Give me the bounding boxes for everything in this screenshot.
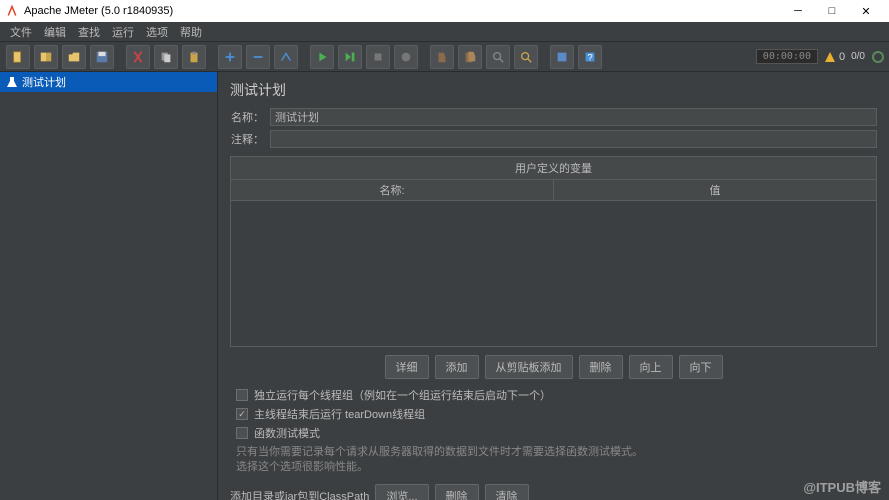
toggle-button[interactable] [274,45,298,69]
functional-mode-checkbox[interactable] [236,427,248,439]
user-vars-body[interactable] [231,201,876,346]
menubar: 文件 编辑 查找 运行 选项 帮助 [0,22,889,42]
comment-label: 注释： [230,131,270,147]
open-button[interactable] [62,45,86,69]
window-title: Apache JMeter (5.0 r1840935) [24,5,781,17]
tree-sidebar: 测试计划 [0,72,218,500]
elapsed-timer: 00:00:00 [756,49,818,64]
tree-root-label: 测试计划 [22,74,66,90]
menu-run[interactable]: 运行 [106,24,140,40]
search-button[interactable] [486,45,510,69]
maximize-button[interactable]: □ [815,0,849,22]
stop-button[interactable] [366,45,390,69]
toolbar: ? 00:00:00 0 0/0 [0,42,889,72]
start-button[interactable] [310,45,334,69]
warning-badge: 0 [824,51,845,63]
minimize-button[interactable]: ─ [781,0,815,22]
name-label: 名称： [230,109,270,125]
user-vars-table: 名称: 值 [230,180,877,347]
independent-threads-checkbox[interactable] [236,389,248,401]
menu-file[interactable]: 文件 [4,24,38,40]
name-input[interactable] [270,108,877,126]
col-value[interactable]: 值 [554,180,876,200]
user-vars-header: 用户定义的变量 [230,156,877,180]
save-button[interactable] [90,45,114,69]
tree-root-test-plan[interactable]: 测试计划 [0,72,217,92]
close-button[interactable]: ✕ [849,0,883,22]
reset-search-button[interactable] [514,45,538,69]
help-button[interactable]: ? [578,45,602,69]
start-no-pause-button[interactable] [338,45,362,69]
browse-button[interactable]: 浏览... [375,484,428,500]
classpath-delete-button[interactable]: 删除 [435,484,479,500]
function-helper-button[interactable] [550,45,574,69]
menu-search[interactable]: 查找 [72,24,106,40]
thread-indicator-icon [871,50,885,64]
flask-icon [6,76,18,88]
menu-edit[interactable]: 编辑 [38,24,72,40]
templates-button[interactable] [34,45,58,69]
cut-button[interactable] [126,45,150,69]
detail-button[interactable]: 详细 [385,355,429,379]
watermark: @ITPUB博客 [803,477,881,496]
svg-text:?: ? [587,52,592,63]
clear-button[interactable] [430,45,454,69]
shutdown-button[interactable] [394,45,418,69]
classpath-label: 添加目录或jar包到ClassPath [230,488,369,500]
app-logo-icon [6,5,18,17]
help-text: 只有当你需要记录每个请求从服务器取得的数据到文件时才需要选择函数测试模式。 选择… [230,445,877,476]
menu-options[interactable]: 选项 [140,24,174,40]
clear-all-button[interactable] [458,45,482,69]
window-titlebar: Apache JMeter (5.0 r1840935) ─ □ ✕ [0,0,889,22]
warning-icon [824,51,836,63]
error-count: 0/0 [851,51,865,62]
main-panel: 测试计划 名称： 注释： 用户定义的变量 名称: 值 详细 添加 从剪贴板添加 … [218,72,889,500]
up-button[interactable]: 向上 [629,355,673,379]
col-name[interactable]: 名称: [231,180,554,200]
panel-title: 测试计划 [230,80,877,100]
delete-var-button[interactable]: 删除 [579,355,623,379]
teardown-checkbox[interactable] [236,408,248,420]
add-button[interactable] [218,45,242,69]
independent-threads-label: 独立运行每个线程组（例如在一个组运行结束后启动下一个） [254,387,551,403]
new-button[interactable] [6,45,30,69]
teardown-label: 主线程结束后运行 tearDown线程组 [254,406,425,422]
down-button[interactable]: 向下 [679,355,723,379]
menu-help[interactable]: 帮助 [174,24,208,40]
paste-button[interactable] [182,45,206,69]
classpath-clear-button[interactable]: 清除 [485,484,529,500]
comment-input[interactable] [270,130,877,148]
functional-mode-label: 函数测试模式 [254,425,320,441]
add-var-button[interactable]: 添加 [435,355,479,379]
remove-button[interactable] [246,45,270,69]
copy-button[interactable] [154,45,178,69]
paste-var-button[interactable]: 从剪贴板添加 [485,355,573,379]
